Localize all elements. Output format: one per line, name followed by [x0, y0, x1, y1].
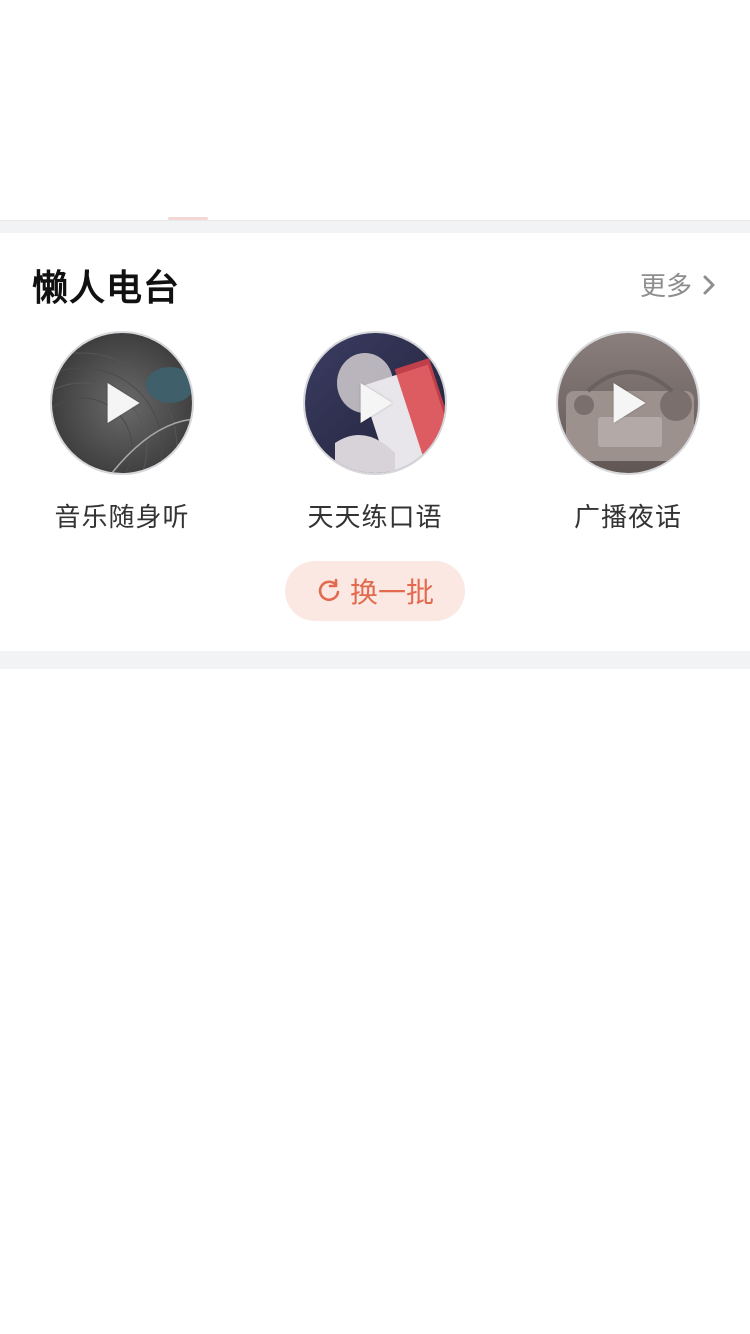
station-list: 音乐随身听 天天练口语 广播夜话: [0, 331, 750, 541]
station-cover[interactable]: [50, 331, 194, 475]
station-cover[interactable]: [303, 331, 447, 475]
chevron-right-icon: [703, 275, 715, 294]
refresh-label: 换一批: [349, 576, 434, 609]
play-icon: [107, 383, 140, 423]
station-label: 音乐随身听: [54, 503, 190, 533]
top-area: [0, 0, 750, 220]
station-card-speaking[interactable]: 天天练口语: [275, 331, 475, 541]
station-card-music[interactable]: 音乐随身听: [22, 331, 222, 541]
refresh-button[interactable]: 换一批: [285, 561, 465, 621]
section-divider-bottom: [0, 651, 750, 669]
refresh-icon: [318, 578, 340, 602]
station-label: 天天练口语: [307, 503, 443, 533]
bottom-area: [0, 669, 750, 1334]
section-divider-top: [0, 220, 750, 233]
more-link[interactable]: 更多: [640, 266, 716, 303]
station-label: 广播夜话: [573, 503, 682, 533]
station-card-night-radio[interactable]: 广播夜话: [528, 331, 728, 541]
play-icon: [613, 383, 646, 423]
station-cover[interactable]: [556, 331, 700, 475]
section-title: 懒人电台: [32, 268, 181, 309]
radio-section: 懒人电台 更多 音乐随身听 天天练口语 广播夜话 换一批: [0, 233, 750, 651]
more-label: 更多: [639, 272, 692, 302]
play-icon: [360, 383, 393, 423]
page: 懒人电台 更多 音乐随身听 天天练口语 广播夜话 换一批: [0, 0, 750, 1334]
